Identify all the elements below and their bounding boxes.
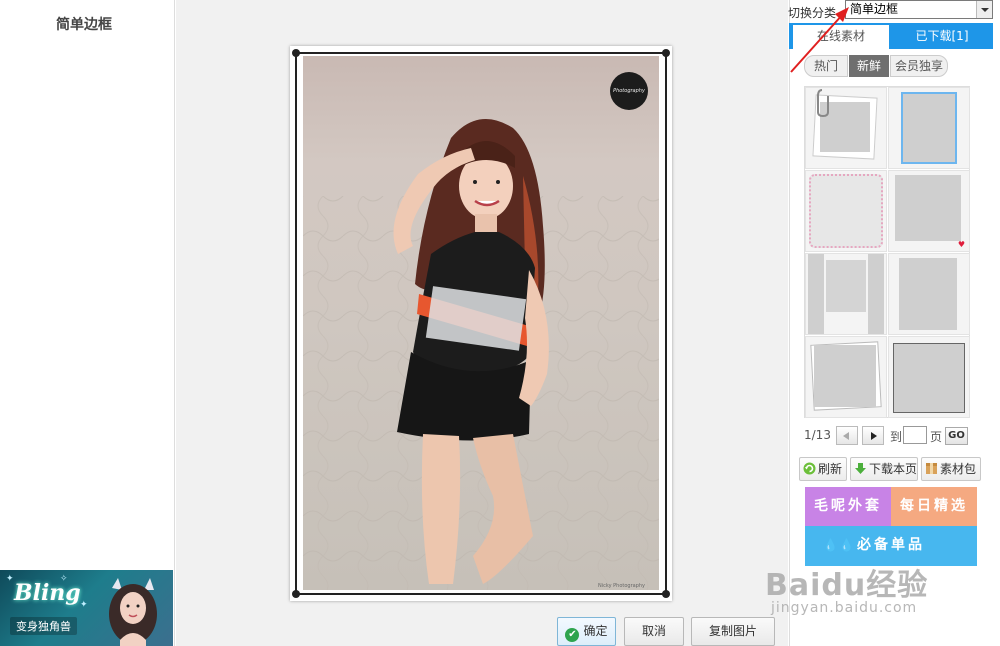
page-suffix-label: 页: [930, 430, 943, 444]
baidu-url: jingyan.baidu.com: [771, 600, 918, 616]
next-page-button[interactable]: [862, 426, 884, 445]
sparkle-icon: ✦: [80, 600, 88, 610]
sparkle-icon: ✦: [6, 574, 14, 584]
heart-icon: ♥: [957, 240, 965, 249]
checkmark-icon: ✔: [565, 628, 580, 642]
switch-category-label: 切换分类: [788, 6, 837, 20]
tab-online-materials[interactable]: 在线素材: [793, 25, 889, 49]
frame-thumb-side-panels[interactable]: [805, 253, 887, 335]
frame-thumbnail-grid: ♥: [804, 86, 970, 418]
download-page-button[interactable]: 下载本页: [850, 457, 918, 481]
chevron-down-icon[interactable]: [976, 1, 992, 18]
frame-thumb-tilted-layer[interactable]: [805, 336, 887, 418]
download-arrow-icon: [855, 463, 866, 474]
frame-thumb-dark-edge[interactable]: [888, 336, 970, 418]
frame-thumb-gray-border[interactable]: [888, 253, 970, 335]
tab-downloaded[interactable]: 已下载[1]: [893, 25, 991, 49]
ad-subtitle: 变身独角兽: [10, 617, 77, 635]
edited-photo[interactable]: [303, 56, 659, 590]
subtab-hot[interactable]: 热门: [804, 55, 848, 77]
baidu-watermark: Baidu经验 jingyan.baidu.com: [765, 560, 1000, 646]
photographer-badge: Photography: [610, 72, 648, 110]
frame-thumb-pink-dotted[interactable]: [805, 170, 887, 252]
cancel-button[interactable]: 取消: [624, 617, 684, 646]
frame-thumb-paperclip[interactable]: [805, 87, 887, 169]
left-panel: 简单边框 ✦ ✦ ✧ Bling 变身独角兽: [0, 0, 175, 646]
promo-daily-picks-banner[interactable]: 每日精选: [891, 487, 977, 526]
ad-model-image: [109, 578, 157, 646]
go-button[interactable]: GO: [945, 427, 968, 445]
subtab-vip[interactable]: 会员独享: [890, 55, 948, 77]
photo-credit: Nicky Photography: [598, 583, 646, 589]
copy-image-button[interactable]: 复制图片: [691, 617, 775, 646]
frame-category-title: 简单边框: [56, 17, 112, 33]
subtab-new[interactable]: 新鲜: [849, 55, 889, 77]
frame-thumb-heart-corner[interactable]: ♥: [888, 170, 970, 252]
ad-banner[interactable]: ✦ ✦ ✧ Bling 变身独角兽: [0, 570, 173, 646]
photo-content: [303, 119, 659, 590]
prev-page-button[interactable]: [836, 426, 858, 445]
promo-coat-banner[interactable]: 毛呢外套: [805, 487, 891, 526]
frame-thumb-blue-border[interactable]: [888, 87, 970, 169]
asset-pack-button[interactable]: 素材包: [921, 457, 981, 481]
refresh-icon: [803, 462, 816, 475]
refresh-button[interactable]: 刷新: [799, 457, 847, 481]
page-number-input[interactable]: [903, 426, 927, 444]
paperclip-icon: [817, 89, 829, 118]
material-tab-bar: 在线素材 已下载[1]: [789, 23, 993, 49]
confirm-button[interactable]: ✔ 确定: [557, 617, 616, 646]
category-select[interactable]: 简单边框: [845, 0, 993, 19]
ad-title: Bling: [14, 580, 81, 606]
baidu-logo: Baidu经验: [765, 568, 929, 603]
page-indicator: 1/13: [804, 428, 831, 442]
package-icon: [926, 463, 937, 474]
goto-label: 到: [890, 430, 903, 444]
